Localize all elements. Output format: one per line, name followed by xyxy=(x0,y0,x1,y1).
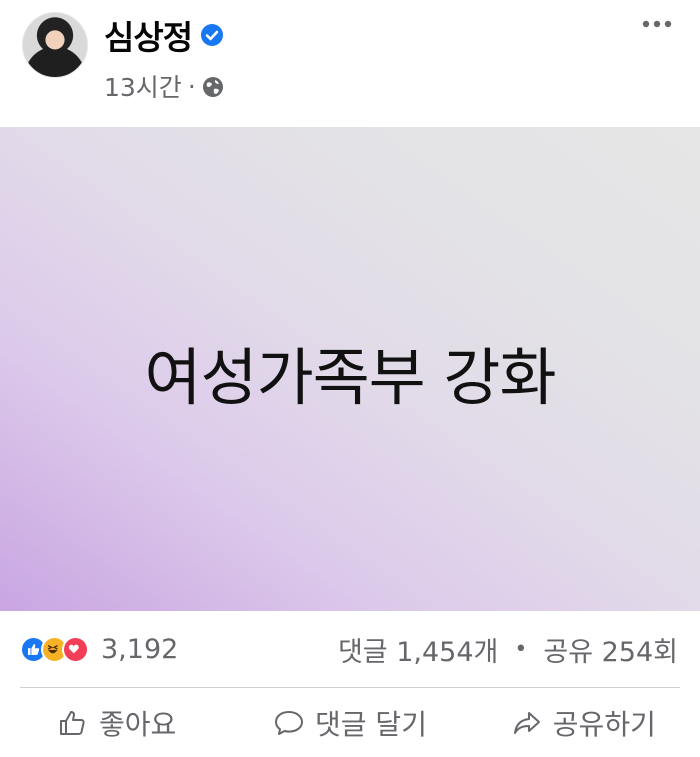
comment-label: 댓글 달기 xyxy=(315,707,427,741)
share-arrow-icon xyxy=(513,711,540,734)
post-meta: 13시간 · xyxy=(104,68,224,104)
comment-button[interactable]: 댓글 달기 xyxy=(233,688,466,757)
comment-count[interactable]: 댓글 1,454개 xyxy=(338,630,498,669)
like-label: 좋아요 xyxy=(99,707,177,741)
post-image-text: 여성가족부 강화 xyxy=(144,341,557,414)
verified-badge-icon xyxy=(200,23,224,47)
avatar[interactable] xyxy=(22,12,88,78)
share-count[interactable]: 공유 254회 xyxy=(543,630,678,669)
reaction-count: 3,192 xyxy=(101,633,179,665)
action-bar: 좋아요 댓글 달기 공유하기 xyxy=(0,688,700,757)
post-time[interactable]: 13시간 xyxy=(104,68,182,104)
comment-bubble-icon xyxy=(275,710,304,735)
thumbs-up-icon xyxy=(60,710,85,735)
post-header: 심상정 13시간 · xyxy=(0,0,700,127)
post-stats: 3,192 댓글 1,454개 • 공유 254회 xyxy=(0,611,700,687)
globe-icon xyxy=(202,75,224,97)
more-options-icon[interactable] xyxy=(640,14,674,34)
love-reaction-icon xyxy=(62,635,89,663)
author-row: 심상정 xyxy=(104,12,224,58)
share-button[interactable]: 공유하기 xyxy=(467,688,700,757)
like-button[interactable]: 좋아요 xyxy=(0,688,233,757)
engagement-counts: 댓글 1,454개 • 공유 254회 xyxy=(338,630,678,669)
post-image[interactable]: 여성가족부 강화 xyxy=(0,127,700,611)
share-label: 공유하기 xyxy=(552,707,656,741)
count-separator: • xyxy=(514,636,528,662)
author-name[interactable]: 심상정 xyxy=(104,11,193,59)
meta-separator: · xyxy=(187,71,196,101)
reactions-summary[interactable]: 3,192 xyxy=(20,631,178,667)
